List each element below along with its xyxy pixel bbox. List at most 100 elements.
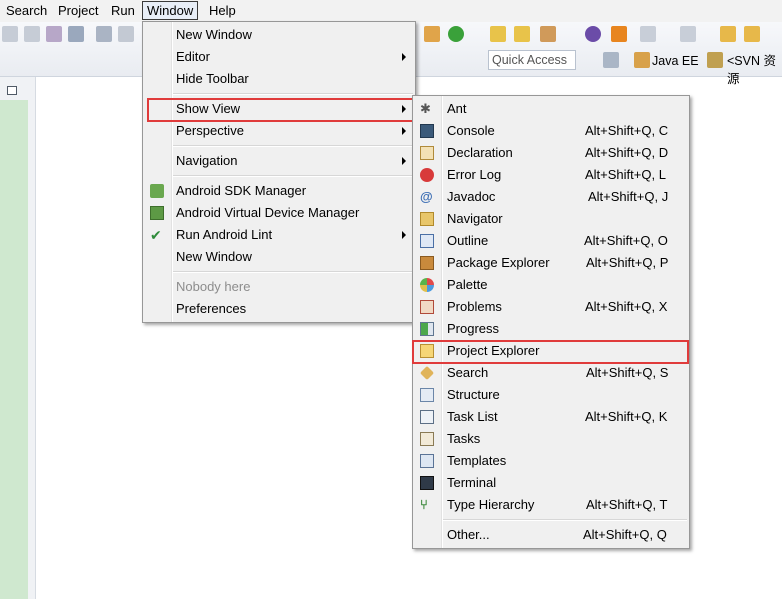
menu-item-new-window-2[interactable]: New Window xyxy=(143,246,415,268)
view-item-navigator[interactable]: Navigator xyxy=(413,208,689,230)
view-item-console[interactable]: Console Alt+Shift+Q, C xyxy=(413,120,689,142)
view-item-label: Package Explorer xyxy=(447,255,550,270)
view-item-terminal[interactable]: Terminal xyxy=(413,472,689,494)
view-item-label: Outline xyxy=(447,233,489,248)
menu-help[interactable]: Help xyxy=(205,2,240,19)
view-item-shortcut: Alt+Shift+Q, O xyxy=(584,233,668,248)
view-item-label: Terminal xyxy=(447,475,497,490)
menu-item-label: New Window xyxy=(176,249,252,264)
tasks-icon xyxy=(420,432,434,446)
next-annotation-icon[interactable] xyxy=(640,26,656,42)
view-item-outline[interactable]: Outline Alt+Shift+Q, O xyxy=(413,230,689,252)
forward-icon[interactable] xyxy=(744,26,760,42)
show-view-highlight xyxy=(147,98,415,122)
view-item-label: Type Hierarchy xyxy=(447,497,535,512)
menu-separator xyxy=(173,93,413,95)
open-perspective-icon[interactable] xyxy=(603,52,619,68)
menu-item-preferences[interactable]: Preferences xyxy=(143,298,415,320)
view-item-error-log[interactable]: Error Log Alt+Shift+Q, L xyxy=(413,164,689,186)
prev-annotation-icon[interactable] xyxy=(680,26,696,42)
menu-item-hide-toolbar[interactable]: Hide Toolbar xyxy=(143,68,415,90)
view-item-problems[interactable]: Problems Alt+Shift+Q, X xyxy=(413,296,689,318)
outline-icon xyxy=(420,234,434,248)
view-item-label: Progress xyxy=(447,321,500,336)
menu-item-label: Perspective xyxy=(176,123,244,138)
menu-item-navigation[interactable]: Navigation xyxy=(143,150,415,172)
error-log-icon xyxy=(420,168,434,182)
view-item-templates[interactable]: Templates xyxy=(413,450,689,472)
svn-icon xyxy=(707,52,723,68)
android-device-icon xyxy=(150,206,164,220)
globe-icon[interactable] xyxy=(585,26,601,42)
menu-item-android-sdk-manager[interactable]: Android SDK Manager xyxy=(143,180,415,202)
sync-icon[interactable] xyxy=(68,26,84,42)
navigator-icon xyxy=(420,212,434,226)
menu-window[interactable]: Window xyxy=(142,1,199,20)
view-item-other[interactable]: Other... Alt+Shift+Q, Q xyxy=(413,524,689,546)
perspective-svn[interactable]: <SVN 资源 xyxy=(727,52,782,86)
menu-separator xyxy=(173,175,413,177)
undo-icon[interactable] xyxy=(2,26,18,42)
package-explorer-icon xyxy=(420,256,434,270)
view-item-label: Navigator xyxy=(447,211,503,226)
submenu-arrow-icon xyxy=(402,157,406,165)
view-item-structure[interactable]: Structure xyxy=(413,384,689,406)
stop-icon[interactable] xyxy=(611,26,627,42)
redo-icon[interactable] xyxy=(24,26,40,42)
view-item-declaration[interactable]: Declaration Alt+Shift+Q, D xyxy=(413,142,689,164)
menu-item-label: Editor xyxy=(176,49,210,64)
menu-item-label: Android SDK Manager xyxy=(176,183,307,198)
save-all-icon[interactable] xyxy=(118,26,134,42)
menu-run[interactable]: Run xyxy=(107,2,139,19)
view-item-shortcut: Alt+Shift+Q, C xyxy=(585,123,669,138)
refresh-icon[interactable] xyxy=(448,26,464,42)
view-item-progress[interactable]: Progress xyxy=(413,318,689,340)
minimize-view-icon[interactable] xyxy=(7,86,17,95)
menubar: Search Project Run Window Help xyxy=(0,0,782,23)
quick-access-input[interactable]: Quick Access xyxy=(488,50,576,70)
view-item-ant[interactable]: ✱ Ant xyxy=(413,98,689,120)
open-folder-icon[interactable] xyxy=(490,26,506,42)
menu-item-editor[interactable]: Editor xyxy=(143,46,415,68)
back-icon[interactable] xyxy=(720,26,736,42)
view-item-shortcut: Alt+Shift+Q, X xyxy=(585,299,668,314)
view-item-javadoc[interactable]: @ Javadoc Alt+Shift+Q, J xyxy=(413,186,689,208)
search-tool-icon[interactable] xyxy=(540,26,556,42)
menu-item-new-window[interactable]: New Window xyxy=(143,24,415,46)
progress-icon xyxy=(420,322,434,336)
view-item-type-hierarchy[interactable]: ⑂ Type Hierarchy Alt+Shift+Q, T xyxy=(413,494,689,516)
view-item-label: Ant xyxy=(447,101,467,116)
search-view-icon xyxy=(419,365,435,381)
open-type-icon[interactable] xyxy=(514,26,530,42)
view-item-label: Error Log xyxy=(447,167,502,182)
view-item-search[interactable]: Search Alt+Shift+Q, S xyxy=(413,362,689,384)
menu-item-perspective[interactable]: Perspective xyxy=(143,120,415,142)
view-item-package-explorer[interactable]: Package Explorer Alt+Shift+Q, P xyxy=(413,252,689,274)
compare-icon[interactable] xyxy=(46,26,62,42)
new-server-icon[interactable] xyxy=(424,26,440,42)
save-icon[interactable] xyxy=(96,26,112,42)
view-item-label: Templates xyxy=(447,453,507,468)
view-item-tasks[interactable]: Tasks xyxy=(413,428,689,450)
menu-item-label: Preferences xyxy=(176,301,247,316)
menu-item-android-avd-manager[interactable]: Android Virtual Device Manager xyxy=(143,202,415,224)
menu-item-label: Run Android Lint xyxy=(176,227,273,242)
view-item-label: Palette xyxy=(447,277,488,292)
menu-item-label: Hide Toolbar xyxy=(176,71,249,86)
task-list-icon xyxy=(420,410,434,424)
submenu-arrow-icon xyxy=(402,127,406,135)
view-item-task-list[interactable]: Task List Alt+Shift+Q, K xyxy=(413,406,689,428)
show-view-menu: ✱ Ant Console Alt+Shift+Q, C Declaration… xyxy=(412,95,690,549)
menu-search[interactable]: Search xyxy=(2,2,51,19)
view-item-palette[interactable]: Palette xyxy=(413,274,689,296)
javadoc-icon: @ xyxy=(420,189,433,204)
type-hierarchy-icon: ⑂ xyxy=(420,497,428,512)
perspective-java-ee[interactable]: Java EE xyxy=(652,52,699,70)
view-item-label: Declaration xyxy=(447,145,513,160)
menu-project[interactable]: Project xyxy=(54,2,102,19)
palette-icon xyxy=(420,278,434,292)
view-item-label: Other... xyxy=(447,527,490,542)
menu-item-run-android-lint[interactable]: ✔ Run Android Lint xyxy=(143,224,415,246)
console-icon xyxy=(420,124,434,138)
menu-separator xyxy=(173,145,413,147)
